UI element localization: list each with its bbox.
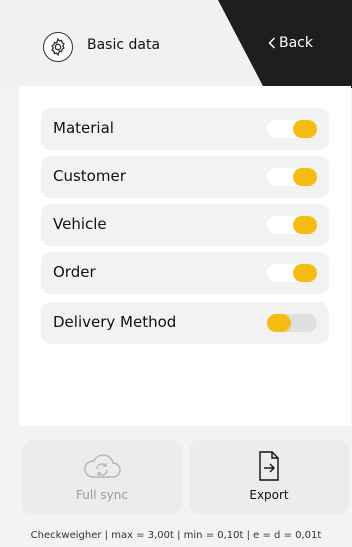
toggle-knob: [293, 120, 317, 138]
setting-label: Order: [53, 263, 96, 281]
customer-toggle[interactable]: [267, 168, 317, 186]
settings-gear-icon: [43, 32, 73, 62]
setting-row-delivery-method: Delivery Method: [41, 302, 329, 344]
setting-row-material: Material: [41, 108, 329, 150]
status-bar: Checkweigher | max = 3,00t | min = 0,10t…: [30, 530, 322, 541]
vehicle-toggle[interactable]: [267, 216, 317, 234]
header-bar: Basic data Back: [0, 0, 352, 88]
export-button[interactable]: Export: [189, 440, 349, 514]
setting-label: Vehicle: [53, 215, 107, 233]
toggle-knob: [293, 216, 317, 234]
cloud-sync-icon: [82, 449, 122, 487]
toggle-knob: [293, 168, 317, 186]
app-window: Basic data Back Material Customer Vehicl…: [0, 0, 352, 547]
chevron-left-icon: [268, 37, 276, 49]
page-title: Basic data: [87, 37, 161, 53]
material-toggle[interactable]: [267, 120, 317, 138]
setting-row-vehicle: Vehicle: [41, 204, 329, 246]
toggle-knob: [267, 314, 291, 332]
settings-panel: Material Customer Vehicle Order Delivery…: [19, 86, 351, 426]
setting-label: Customer: [53, 167, 126, 185]
setting-row-customer: Customer: [41, 156, 329, 198]
back-button-label: Back: [279, 35, 313, 51]
order-toggle[interactable]: [267, 264, 317, 282]
full-sync-label: Full sync: [76, 488, 128, 502]
delivery-method-toggle[interactable]: [267, 314, 317, 332]
export-file-icon: [256, 449, 282, 487]
setting-label: Material: [53, 119, 114, 137]
back-button[interactable]: Back: [268, 35, 313, 51]
toggle-knob: [293, 264, 317, 282]
setting-row-order: Order: [41, 252, 329, 294]
export-label: Export: [249, 488, 289, 502]
full-sync-button[interactable]: Full sync: [22, 440, 182, 514]
setting-label: Delivery Method: [53, 313, 177, 331]
